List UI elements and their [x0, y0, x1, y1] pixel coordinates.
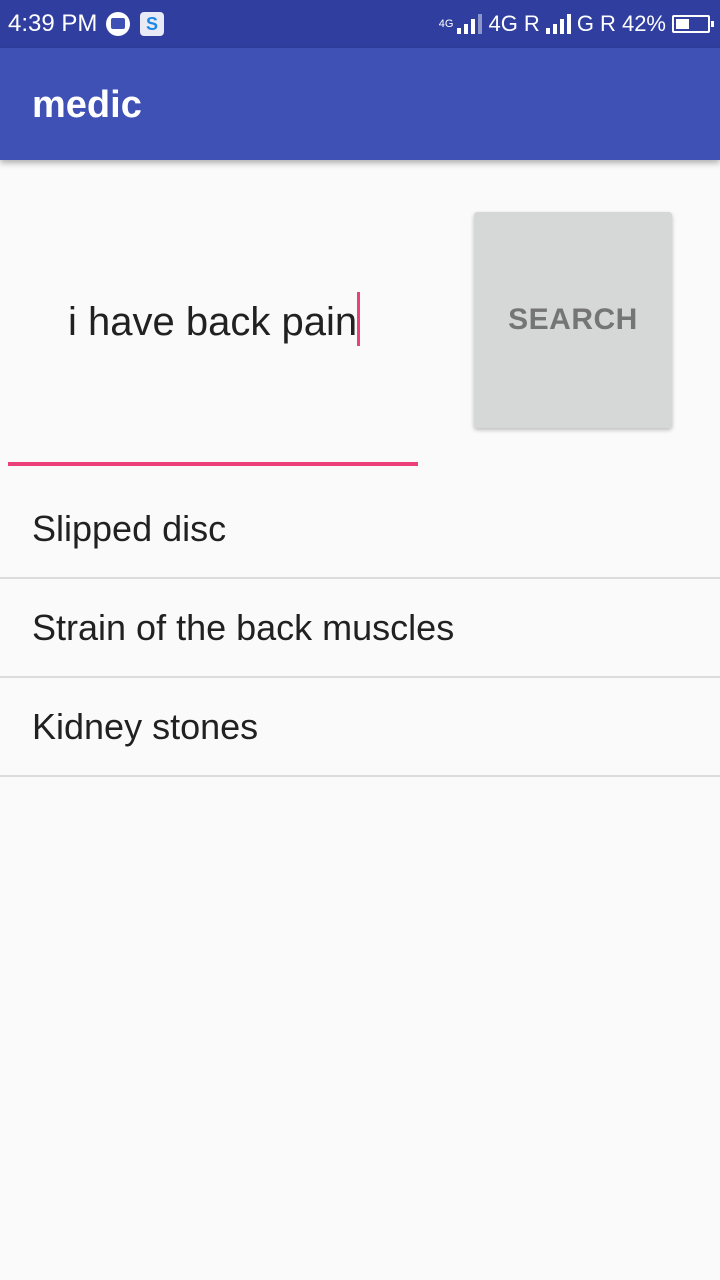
list-item[interactable]: Kidney stones — [0, 678, 720, 777]
list-item-label: Strain of the back muscles — [32, 607, 455, 648]
battery-percent: 42% — [621, 11, 666, 36]
results-list: Slipped disc Strain of the back muscles … — [0, 480, 720, 777]
message-notification-icon — [106, 12, 130, 36]
network-2-label: G R — [576, 11, 616, 36]
status-indicators: 4G 4G R G R 42% — [438, 10, 714, 38]
list-item-label: Kidney stones — [32, 706, 259, 747]
status-time: 4:39 PM — [8, 10, 98, 37]
search-input-text[interactable]: i have back pain — [68, 300, 357, 345]
list-item-label: Slipped disc — [32, 508, 227, 549]
input-underline — [8, 462, 418, 466]
search-input[interactable]: i have back pain — [8, 240, 418, 466]
app-title: medic — [32, 84, 142, 126]
signal-2-icon — [545, 14, 571, 34]
search-button[interactable]: SEARCH — [474, 212, 672, 428]
list-item[interactable]: Slipped disc — [0, 480, 720, 579]
network-1-label: 4G R — [488, 11, 540, 36]
signal-1-icon — [457, 14, 483, 34]
app-bar: medic — [0, 48, 720, 160]
app-notification-icon — [140, 12, 164, 36]
status-bar: 4:39 PM 4G 4G R G R 42% — [0, 0, 720, 48]
list-item[interactable]: Strain of the back muscles — [0, 579, 720, 678]
network-type-small: 4G — [438, 18, 454, 30]
text-caret — [357, 292, 360, 346]
battery-icon — [672, 15, 714, 33]
